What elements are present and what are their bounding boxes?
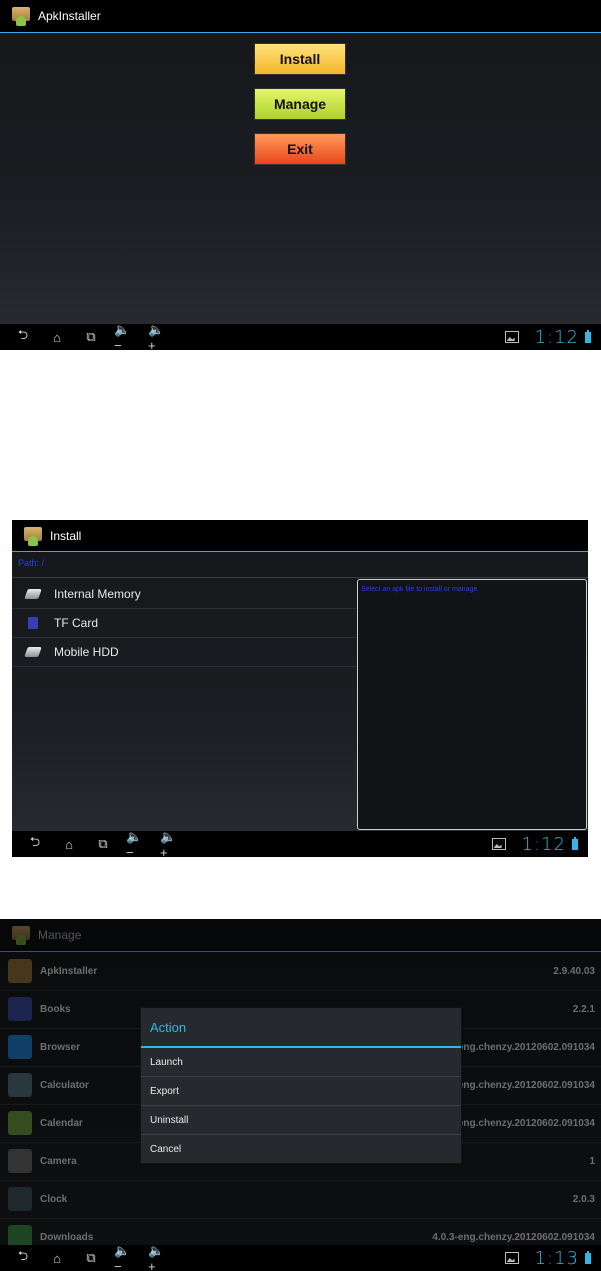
exit-button[interactable]: Exit xyxy=(254,133,346,165)
battery-icon xyxy=(585,329,591,343)
list-item-label: Internal Memory xyxy=(54,587,141,601)
list-item-internal-memory[interactable]: Internal Memory xyxy=(12,580,356,609)
list-item-label: TF Card xyxy=(54,616,99,630)
gallery-icon xyxy=(504,331,519,343)
home-icon[interactable]: ⌂ xyxy=(46,1250,68,1266)
volume-down-icon[interactable]: 🔈− xyxy=(126,829,148,858)
info-panel: Select an apk file to install or manage xyxy=(357,579,587,830)
status-clock: 1:12 xyxy=(521,833,566,855)
back-icon[interactable]: ⮌ xyxy=(12,1248,34,1266)
back-icon[interactable]: ⮌ xyxy=(12,327,34,345)
navigation-bar: ⮌ ⌂ ⧉ 🔈− 🔈+ 1:12 xyxy=(0,322,601,351)
recent-apps-icon[interactable]: ⧉ xyxy=(80,1250,102,1266)
recent-apps-icon[interactable]: ⧉ xyxy=(92,836,114,852)
action-bar: Install xyxy=(12,520,588,552)
action-dialog: Action Launch Export Uninstall Cancel xyxy=(140,1007,462,1164)
volume-up-icon[interactable]: 🔈+ xyxy=(148,1243,170,1271)
launch-option[interactable]: Launch xyxy=(141,1048,461,1077)
export-option[interactable]: Export xyxy=(141,1077,461,1106)
drive-icon xyxy=(24,589,42,599)
list-item-tf-card[interactable]: TF Card xyxy=(12,609,356,638)
screen-title: Install xyxy=(50,528,82,543)
screen-manage: Manage ApkInstaller 2.9.40.03 Books 2.2.1 Br… xyxy=(0,919,601,1271)
uninstall-option[interactable]: Uninstall xyxy=(141,1106,461,1135)
volume-up-icon[interactable]: 🔈+ xyxy=(160,829,182,858)
action-bar: ApkInstaller xyxy=(0,0,601,33)
navigation-bar: ⮌ ⌂ ⧉ 🔈− 🔈+ 1:12 xyxy=(12,829,588,858)
volume-down-icon[interactable]: 🔈− xyxy=(114,1243,136,1271)
list-item-mobile-hdd[interactable]: Mobile HDD xyxy=(12,638,356,667)
home-icon[interactable]: ⌂ xyxy=(46,329,68,345)
battery-icon xyxy=(572,836,578,850)
dialog-title: Action xyxy=(141,1008,461,1048)
gallery-icon xyxy=(491,838,506,850)
cancel-option[interactable]: Cancel xyxy=(141,1135,461,1163)
recent-apps-icon[interactable]: ⧉ xyxy=(80,329,102,345)
status-clock: 1:12 xyxy=(534,326,579,348)
home-icon[interactable]: ⌂ xyxy=(58,836,80,852)
screen-install: Install Path: / Internal Memory TF Card … xyxy=(12,520,588,857)
install-button[interactable]: Install xyxy=(254,43,346,75)
volume-up-icon[interactable]: 🔈+ xyxy=(148,322,170,351)
back-icon[interactable]: ⮌ xyxy=(24,834,46,852)
manage-button[interactable]: Manage xyxy=(254,88,346,120)
volume-down-icon[interactable]: 🔈− xyxy=(114,322,136,351)
path-divider xyxy=(12,577,588,578)
sd-card-icon xyxy=(28,617,38,629)
apk-installer-icon xyxy=(22,525,44,547)
battery-icon xyxy=(585,1250,591,1264)
gallery-icon xyxy=(504,1252,519,1264)
screen-main-menu: ApkInstaller Install Manage Exit ⮌ ⌂ ⧉ 🔈… xyxy=(0,0,601,350)
list-item-label: Mobile HDD xyxy=(54,645,119,659)
apk-installer-icon xyxy=(10,5,32,27)
drive-icon xyxy=(24,647,42,657)
navigation-bar: ⮌ ⌂ ⧉ 🔈− 🔈+ 1:13 xyxy=(0,1243,601,1271)
info-text: Select an apk file to install or manage xyxy=(361,586,478,593)
app-title: ApkInstaller xyxy=(38,9,101,23)
status-clock: 1:13 xyxy=(534,1247,579,1269)
path-label: Path: / xyxy=(18,558,45,568)
